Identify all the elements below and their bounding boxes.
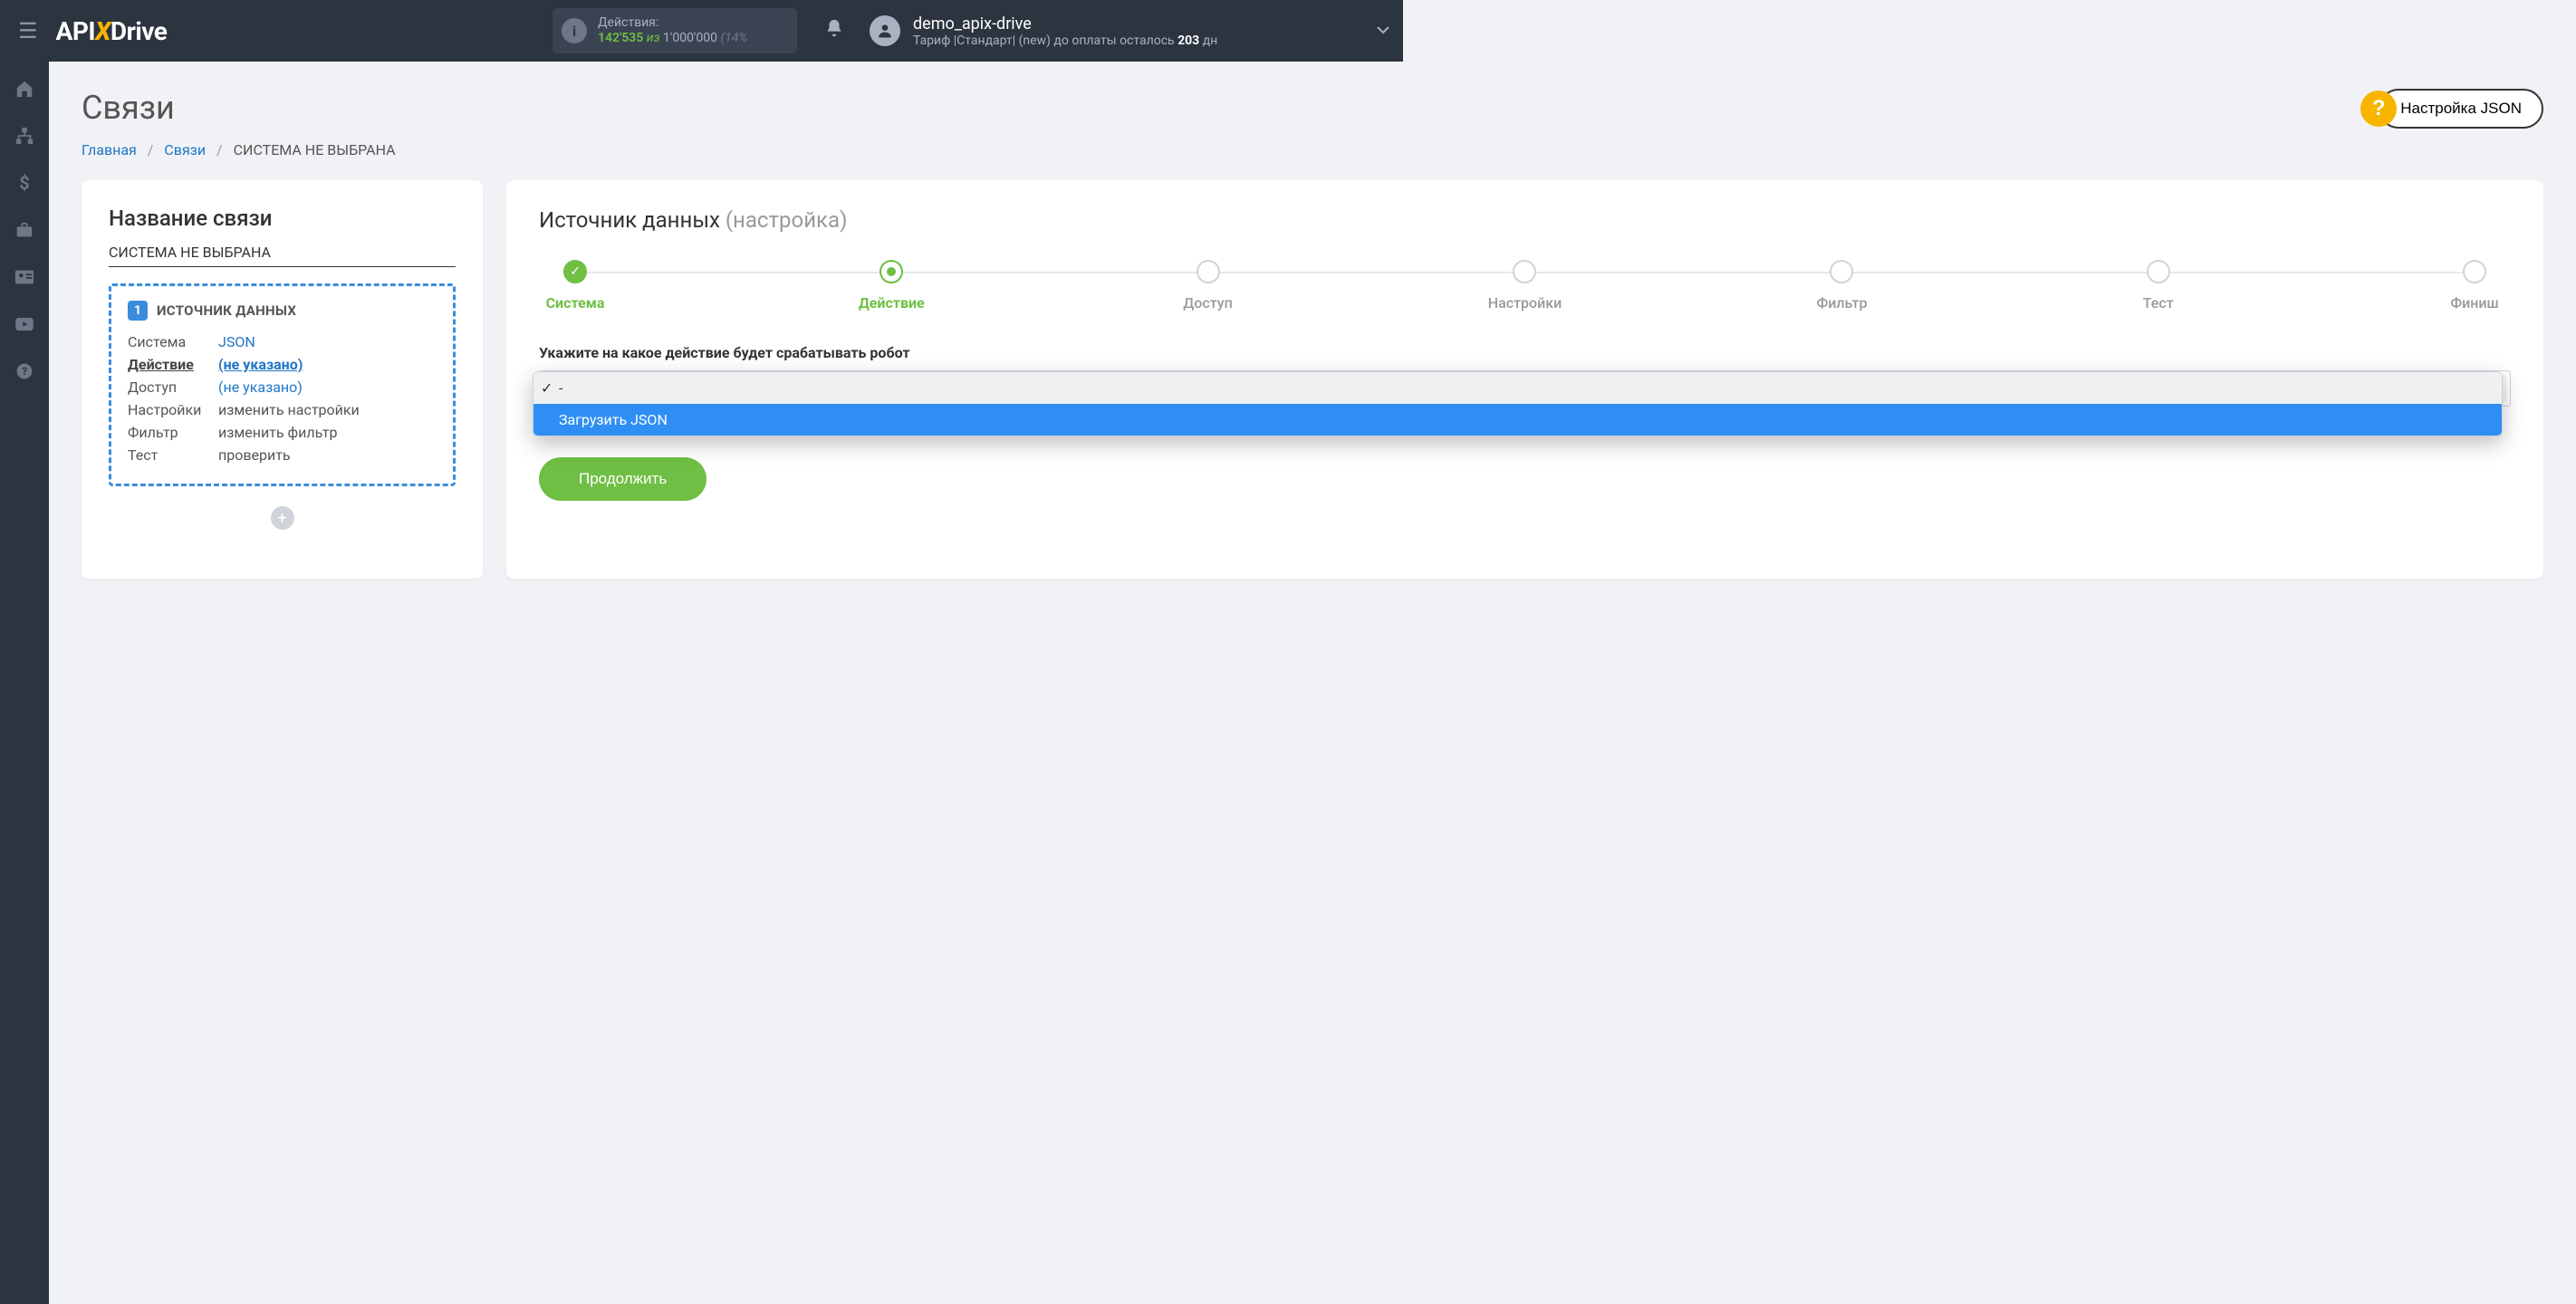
logo-text-pre: API [56,16,96,46]
data-source-config-card: Источник данных (настройка) Система Дейс… [506,180,2543,579]
right-card-title: Источник данных (настройка) [539,207,2511,233]
step-circle-current-icon [879,260,903,283]
breadcrumb-sep: / [216,141,223,158]
tariff-post: дн [1199,34,1217,48]
step-badge: 1 [128,301,148,321]
actions-pct: (14% [720,31,747,45]
help-badge-icon: ? [2360,91,2397,127]
dollar-icon[interactable]: $ [14,172,35,194]
home-icon[interactable] [14,78,35,100]
row-action-key: Действие [128,356,218,373]
logo-text-post: Drive [111,16,167,46]
data-source-box: 1 ИСТОЧНИК ДАННЫХ СистемаJSON Действие(н… [109,283,456,486]
username: demo_apix-drive [913,14,1217,34]
breadcrumb-links[interactable]: Связи [164,141,206,158]
action-field-label: Укажите на какое действие будет срабатыв… [539,344,2511,361]
row-test-key: Тест [128,446,218,464]
row-settings-value[interactable]: изменить настройки [218,401,360,418]
breadcrumb-home[interactable]: Главная [82,141,137,158]
row-system-key: Система [128,333,218,350]
row-filter-key: Фильтр [128,424,218,441]
svg-text:?: ? [22,365,27,378]
help-icon[interactable]: ? [14,360,35,382]
step-settings[interactable]: Настройки [1488,260,1562,312]
action-dropdown: - Загрузить JSON [533,371,2503,436]
user-info: demo_apix-drive Тариф |Стандарт| (new) д… [913,14,1217,48]
id-card-icon[interactable] [14,266,35,288]
json-button-label: Настройка JSON [2400,100,2522,117]
add-destination-button[interactable]: + [271,506,294,530]
row-settings-key: Настройки [128,401,218,418]
step-circle-icon [2463,260,2486,283]
row-system-value[interactable]: JSON [218,333,255,350]
action-select[interactable]: ▲▼ - Загрузить JSON [539,370,2511,407]
step-test[interactable]: Тест [2122,260,2195,312]
tariff-pre: Тариф |Стандарт| (new) до оплаты осталос… [913,34,1177,48]
menu-toggle-icon[interactable]: ☰ [18,18,38,43]
briefcase-icon[interactable] [14,219,35,241]
breadcrumb-sep: / [148,141,154,158]
step-circle-icon [1830,260,1853,283]
dropdown-item-load-json[interactable]: Загрузить JSON [533,404,2502,436]
step-system[interactable]: Система [539,260,611,312]
step-label: Финиш [2450,294,2498,312]
video-icon[interactable] [14,313,35,335]
left-card-title: Название связи [109,206,456,231]
sidebar: $ ? [0,62,49,1304]
step-circle-icon [1513,260,1536,283]
connections-icon[interactable] [14,125,35,147]
step-label: Доступ [1183,294,1232,312]
row-access-key: Доступ [128,379,218,396]
main-content: Связи ? Настройка JSON Главная / Связи /… [49,62,2576,1304]
actions-of: из [647,31,660,45]
logo[interactable]: APIXDrive [56,16,168,46]
wizard-stepper: Система Действие Доступ Настройки Фильтр… [539,260,2511,312]
tariff-days: 203 [1177,34,1199,48]
row-access-value[interactable]: (не указано) [218,379,303,396]
data-source-title: ИСТОЧНИК ДАННЫХ [157,302,296,319]
connection-name-card: Название связи СИСТЕМА НЕ ВЫБРАНА 1 ИСТО… [82,180,483,579]
actions-used: 142'535 [598,31,643,45]
step-circle-done-icon [563,260,587,283]
dropdown-item-placeholder[interactable]: - [533,372,2502,404]
actions-label: Действия: [598,15,747,31]
step-circle-icon [1197,260,1220,283]
actions-total: 1'000'000 [663,31,717,45]
breadcrumb-current: СИСТЕМА НЕ ВЫБРАНА [234,141,396,158]
right-title-main: Источник данных [539,207,720,233]
step-action[interactable]: Действие [855,260,928,312]
svg-text:$: $ [19,173,29,193]
avatar-icon [870,15,900,46]
step-label: Фильтр [1816,294,1867,312]
step-label: Действие [859,294,925,312]
json-settings-button[interactable]: ? Настройка JSON [2379,89,2543,129]
step-circle-icon [2147,260,2170,283]
step-label: Тест [2143,294,2174,312]
step-label: Настройки [1488,294,1562,312]
tariff: Тариф |Стандарт| (new) до оплаты осталос… [913,34,1217,48]
step-filter[interactable]: Фильтр [1805,260,1878,312]
actions-text: Действия: 142'535 из 1'000'000 (14% [598,15,747,46]
chevron-down-icon[interactable] [1376,24,1390,38]
info-icon: i [562,18,587,43]
row-filter-value[interactable]: изменить фильтр [218,424,337,441]
breadcrumb: Главная / Связи / СИСТЕМА НЕ ВЫБРАНА [82,141,2543,158]
page-title: Связи [82,89,175,127]
user-menu[interactable]: demo_apix-drive Тариф |Стандарт| (new) д… [870,14,1217,48]
logo-text-x: X [95,16,111,46]
notifications-icon[interactable] [824,18,844,43]
step-label: Система [546,294,605,312]
continue-button[interactable]: Продолжить [539,457,706,501]
row-test-value[interactable]: проверить [218,446,291,464]
app-header: ☰ APIXDrive i Действия: 142'535 из 1'000… [0,0,1403,62]
right-title-sub: (настройка) [726,207,848,233]
row-action-value[interactable]: (не указано) [218,356,303,373]
system-name-field[interactable]: СИСТЕМА НЕ ВЫБРАНА [109,244,456,267]
actions-counter[interactable]: i Действия: 142'535 из 1'000'000 (14% [553,8,797,53]
step-finish[interactable]: Финиш [2438,260,2511,312]
step-access[interactable]: Доступ [1172,260,1245,312]
